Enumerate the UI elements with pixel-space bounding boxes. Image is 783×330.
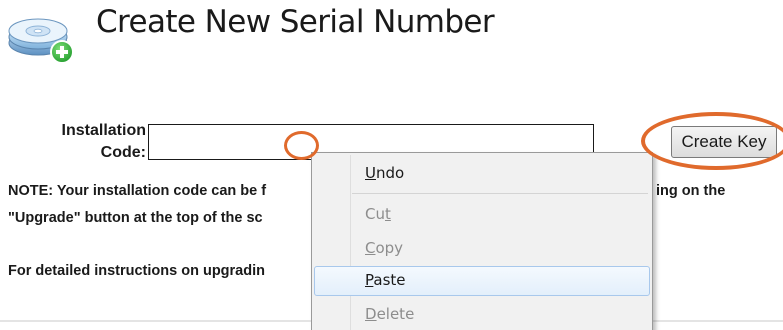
note-line-1-end: ing on the [656,183,726,199]
page-title: Create New Serial Number [96,4,495,40]
disc-add-icon [6,10,78,66]
note-line-1: NOTE: Your installation code can be f [8,183,267,199]
menu-item-paste[interactable]: Paste [314,266,650,296]
annotation-circle-create-key [641,112,783,170]
instructions-text: For detailed instructions on upgradin [8,263,265,279]
note-text: NOTE: Your installation code can be f "U… [8,178,266,232]
menu-item-undo[interactable]: Undo [314,159,650,187]
label-line-2: Code: [100,144,146,161]
menu-item-copy[interactable]: Copy [314,234,650,262]
label-line-1: Installation [61,122,146,139]
page: Create New Serial Number Installation Co… [0,0,783,330]
note-line-2: "Upgrade" button at the top of the sc [8,210,263,226]
annotation-circle-cursor [284,131,319,160]
menu-item-cut[interactable]: Cut [314,200,650,228]
context-menu: Undo Cut Copy Paste Delete [311,152,653,330]
installation-code-label: Installation Code: [20,120,146,164]
menu-item-delete[interactable]: Delete [314,300,650,328]
menu-separator [352,193,648,194]
